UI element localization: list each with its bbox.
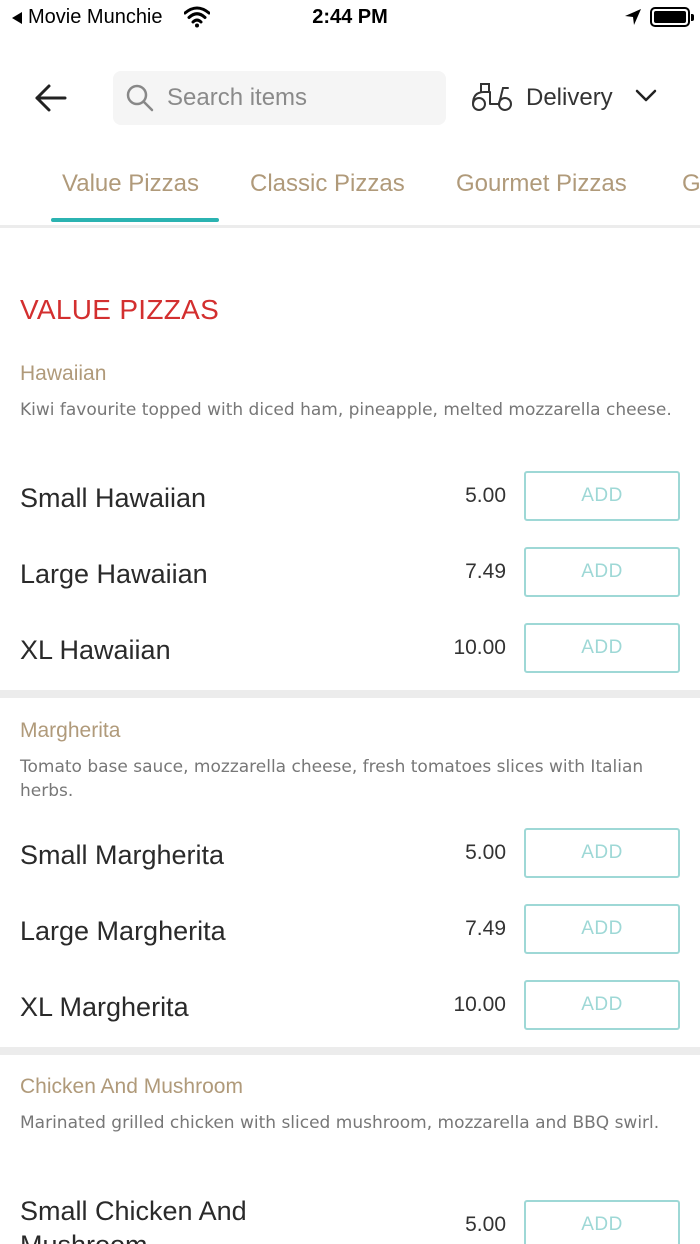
search-icon xyxy=(125,83,155,113)
add-button[interactable]: ADD xyxy=(524,980,680,1030)
item-name: XL Margherita xyxy=(20,992,189,1022)
battery-icon xyxy=(650,7,694,27)
tab-value-pizzas[interactable]: Value Pizzas xyxy=(62,170,199,198)
item-name: XL Hawaiian xyxy=(20,635,171,665)
item-name: Small Margherita xyxy=(20,840,225,870)
tab-gourmet-pizzas[interactable]: Gourmet Pizzas xyxy=(456,170,627,198)
item-price: 10.00 xyxy=(453,636,506,659)
add-button[interactable]: ADD xyxy=(524,623,680,673)
location-arrow-icon xyxy=(624,8,642,31)
add-button[interactable]: ADD xyxy=(524,471,680,521)
group-name-margherita: Margherita xyxy=(20,719,121,742)
group-description-hawaiian: Kiwi favourite topped with diced ham, pi… xyxy=(20,400,672,420)
back-arrow-icon xyxy=(35,84,67,112)
group-name-chicken-mushroom: Chicken And Mushroom xyxy=(20,1075,243,1098)
add-button[interactable]: ADD xyxy=(524,1200,680,1244)
search-input[interactable] xyxy=(167,84,427,112)
group-divider xyxy=(0,690,700,698)
item-price: 10.00 xyxy=(453,993,506,1016)
add-button[interactable]: ADD xyxy=(524,828,680,878)
chevron-down-icon xyxy=(635,89,657,108)
section-title: VALUE PIZZAS xyxy=(20,294,220,325)
status-bar: Movie Munchie 2:44 PM xyxy=(0,0,700,36)
delivery-selector[interactable]: Delivery xyxy=(470,78,657,118)
item-price: 7.49 xyxy=(465,560,506,583)
item-price: 5.00 xyxy=(465,1213,506,1236)
search-bar[interactable] xyxy=(113,71,446,125)
category-tabs: Value Pizzas Classic Pizzas Gourmet Pizz… xyxy=(0,150,700,228)
status-time: 2:44 PM xyxy=(312,6,388,28)
item-name: Small Chicken And Mushroom xyxy=(20,1196,247,1244)
add-button[interactable]: ADD xyxy=(524,547,680,597)
item-price: 7.49 xyxy=(465,917,506,940)
group-name-hawaiian: Hawaiian xyxy=(20,362,107,385)
tab-next-category[interactable]: G xyxy=(682,170,700,198)
active-tab-indicator xyxy=(51,218,219,222)
group-description-chicken-mushroom: Marinated grilled chicken with sliced mu… xyxy=(20,1113,660,1133)
item-name: Large Margherita xyxy=(20,916,226,946)
item-price: 5.00 xyxy=(465,484,506,507)
scooter-icon xyxy=(470,80,514,117)
item-name: Large Hawaiian xyxy=(20,559,208,589)
group-description-margherita: Tomato base sauce, mozzarella cheese, fr… xyxy=(20,757,644,801)
item-name: Small Hawaiian xyxy=(20,483,207,513)
add-button[interactable]: ADD xyxy=(524,904,680,954)
tab-classic-pizzas[interactable]: Classic Pizzas xyxy=(250,170,405,198)
delivery-label: Delivery xyxy=(526,84,613,111)
item-price: 5.00 xyxy=(465,841,506,864)
back-button[interactable] xyxy=(30,80,70,116)
group-divider xyxy=(0,1047,700,1055)
